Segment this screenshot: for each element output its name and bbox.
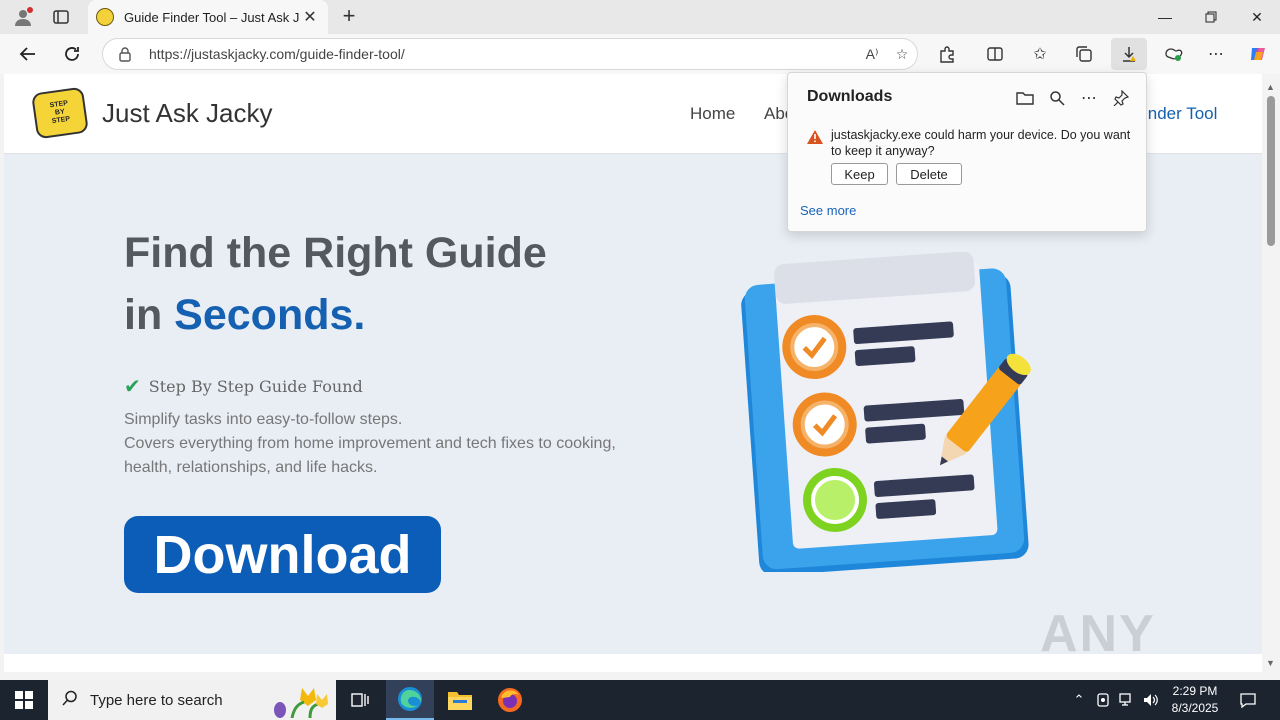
new-tab-button[interactable]: +: [336, 4, 362, 30]
favorites-icon[interactable]: ✩: [1024, 40, 1056, 68]
scroll-up-icon[interactable]: ▲: [1266, 82, 1275, 92]
desc-line-1: Simplify tasks into easy-to-follow steps…: [124, 411, 403, 428]
close-window-button[interactable]: ✕: [1234, 0, 1280, 34]
url-text: https://justaskjacky.com/guide-finder-to…: [149, 46, 405, 62]
site-logo[interactable]: STEP BY STEP: [31, 86, 89, 140]
search-icon: [62, 690, 78, 711]
hero-line-1: Find the Right Guide: [124, 229, 547, 277]
taskbar-search[interactable]: Type here to search: [48, 680, 336, 720]
keep-button[interactable]: Keep: [831, 163, 888, 185]
tab-title: Guide Finder Tool – Just Ask Jacky: [124, 9, 300, 25]
minimize-button[interactable]: —: [1142, 0, 1188, 34]
browser-toolbar: https://justaskjacky.com/guide-finder-to…: [0, 34, 1280, 74]
downloads-title: Downloads: [807, 88, 893, 105]
browser-essentials-icon[interactable]: [1157, 40, 1189, 68]
settings-more-icon[interactable]: ⋯: [1200, 40, 1232, 68]
vertical-scrollbar[interactable]: ▲ ▼: [1262, 74, 1280, 672]
network-icon[interactable]: [1116, 680, 1138, 720]
show-hidden-icons[interactable]: ⌃: [1068, 680, 1090, 720]
profile-icon[interactable]: [8, 4, 38, 30]
search-downloads-icon[interactable]: [1046, 87, 1068, 109]
clock-time: 2:29 PM: [1172, 684, 1218, 698]
search-highlight-flowers-icon: [274, 688, 328, 718]
search-placeholder: Type here to search: [90, 691, 223, 709]
scroll-down-icon[interactable]: ▼: [1266, 658, 1275, 668]
tab-bar: Guide Finder Tool – Just Ask Jacky ✕ + —…: [0, 0, 1280, 34]
page-bottom-strip: [4, 654, 1262, 672]
desc-line-2: Covers everything from home improvement …: [124, 435, 616, 476]
nav-home[interactable]: Home: [690, 104, 735, 124]
taskbar: Type here to search ⌃ 2:29 PM 8/3/2025: [0, 680, 1280, 720]
refresh-icon[interactable]: [56, 40, 88, 68]
hero-line-2-prefix: in: [124, 291, 175, 339]
checkmark-icon: ✔: [124, 374, 141, 398]
nav-guide-finder-tool[interactable]: inder Tool: [1144, 104, 1217, 124]
split-screen-icon[interactable]: [979, 40, 1011, 68]
pin-icon[interactable]: [1110, 87, 1132, 109]
extensions-icon[interactable]: [931, 40, 963, 68]
checklist-illustration: [741, 252, 1031, 572]
favorite-star-icon[interactable]: ☆: [887, 46, 917, 63]
hero-highlight: Seconds: [174, 291, 354, 339]
windows-logo-icon: [15, 691, 33, 709]
file-explorer-icon[interactable]: [436, 680, 484, 720]
task-view-icon[interactable]: [336, 680, 384, 720]
hero-line-2: in Seconds.: [124, 284, 547, 346]
address-bar[interactable]: https://justaskjacky.com/guide-finder-to…: [102, 38, 918, 70]
start-button[interactable]: [0, 680, 48, 720]
downloads-panel: Downloads ⋯ justaskjacky.exe could harm …: [787, 72, 1147, 232]
hero-heading: Find the Right Guide in Seconds.: [124, 222, 547, 346]
security-tray-icon[interactable]: [1092, 680, 1114, 720]
download-button[interactable]: Download: [124, 516, 441, 593]
clock-date: 8/3/2025: [1171, 701, 1219, 715]
copilot-icon[interactable]: [1242, 40, 1274, 68]
delete-button[interactable]: Delete: [896, 163, 962, 185]
close-tab-icon[interactable]: ✕: [300, 7, 320, 27]
site-info-icon[interactable]: [117, 46, 133, 62]
site-favicon-icon: [96, 8, 114, 26]
downloads-icon[interactable]: [1111, 38, 1147, 70]
collections-icon[interactable]: [1068, 40, 1100, 68]
see-more-link[interactable]: See more: [800, 203, 856, 218]
guide-found-text: Step By Step Guide Found: [148, 376, 363, 396]
edge-taskbar-icon[interactable]: [386, 680, 434, 720]
more-options-icon[interactable]: ⋯: [1078, 87, 1100, 109]
hero-description: Simplify tasks into easy-to-follow steps…: [124, 408, 644, 480]
guide-found-line: ✔ Step By Step Guide Found: [124, 374, 363, 398]
volume-icon[interactable]: [1140, 680, 1162, 720]
scrollbar-thumb[interactable]: [1267, 96, 1275, 246]
open-folder-icon[interactable]: [1014, 87, 1036, 109]
site-title[interactable]: Just Ask Jacky: [102, 98, 273, 129]
warning-icon: [807, 130, 823, 144]
logo-text-3: STEP: [51, 115, 71, 126]
tab-actions-icon[interactable]: [46, 4, 76, 30]
hero-period: .: [353, 291, 366, 339]
system-clock[interactable]: 2:29 PM 8/3/2025: [1160, 683, 1230, 717]
read-aloud-icon[interactable]: A⁾: [857, 46, 887, 63]
anyrun-watermark: ANY RUN: [1040, 605, 1155, 654]
tab-guide-finder[interactable]: Guide Finder Tool – Just Ask Jacky ✕: [88, 0, 328, 34]
back-icon[interactable]: [12, 40, 44, 68]
firefox-icon[interactable]: [486, 680, 534, 720]
download-warning-text: justaskjacky.exe could harm your device.…: [831, 128, 1131, 158]
restore-button[interactable]: [1188, 0, 1234, 34]
notifications-icon[interactable]: [1236, 680, 1260, 720]
